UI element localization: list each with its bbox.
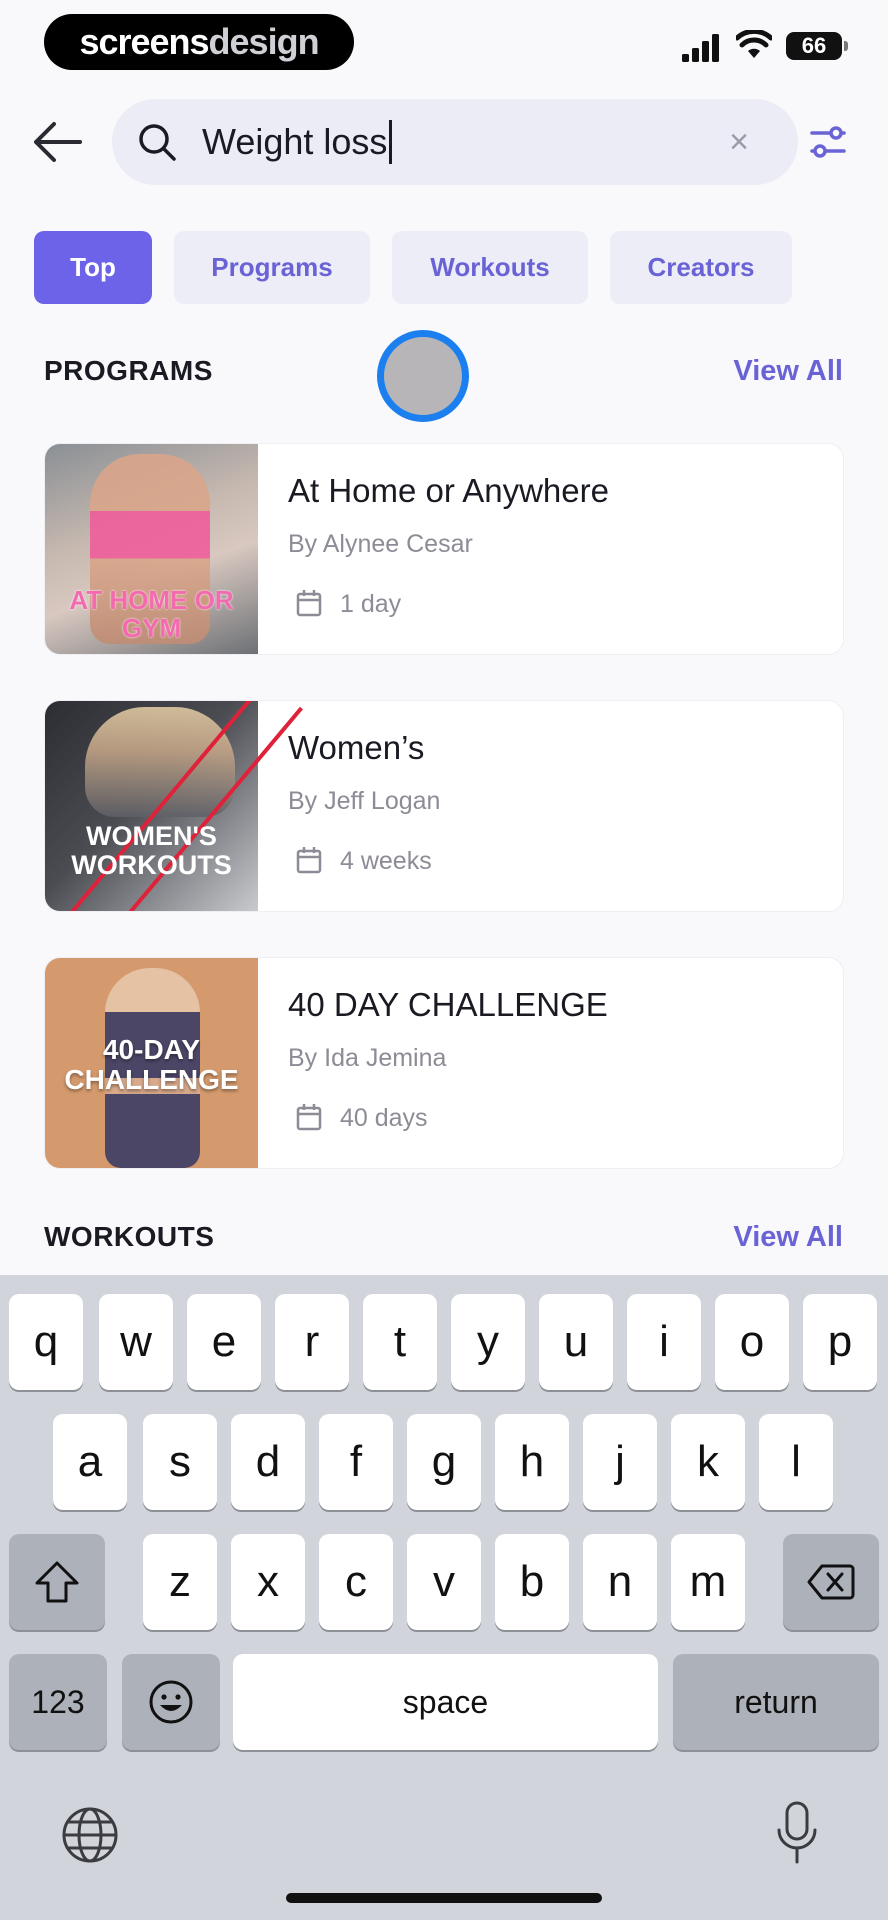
text-caret — [389, 120, 393, 164]
program-duration: 1 day — [340, 590, 402, 618]
search-icon — [139, 124, 176, 161]
program-duration: 40 days — [340, 1104, 428, 1132]
program-thumbnail: 40-DAY CHALLENGE — [45, 958, 258, 1168]
key-b[interactable]: b — [495, 1534, 569, 1630]
program-title: 40 DAY CHALLENGE — [288, 986, 608, 1023]
filter-tabs: Top Programs Workouts Creators — [34, 231, 792, 304]
key-q[interactable]: q — [9, 1294, 83, 1390]
microphone-icon[interactable] — [774, 1800, 820, 1866]
program-card[interactable]: AT HOME OR GYM At Home or Anywhere By Al… — [44, 443, 844, 655]
search-bar[interactable]: Weight loss × — [112, 99, 798, 185]
tab-creators[interactable]: Creators — [610, 231, 792, 304]
emoji-key[interactable] — [122, 1654, 220, 1750]
key-c[interactable]: c — [319, 1534, 393, 1630]
calendar-icon — [296, 847, 322, 874]
signal-icon — [682, 34, 719, 62]
key-n[interactable]: n — [583, 1534, 657, 1630]
key-w[interactable]: w — [99, 1294, 173, 1390]
home-indicator — [286, 1893, 602, 1903]
program-author: By Alynee Cesar — [288, 530, 473, 558]
program-title: At Home or Anywhere — [288, 472, 609, 509]
calendar-icon — [296, 1104, 322, 1131]
shift-key[interactable] — [9, 1534, 105, 1630]
programs-section-title: PROGRAMS — [44, 355, 213, 386]
workouts-section-title: WORKOUTS — [44, 1221, 215, 1252]
key-y[interactable]: y — [451, 1294, 525, 1390]
thumbnail-text: 40-DAY CHALLENGE — [64, 1034, 239, 1095]
key-x[interactable]: x — [231, 1534, 305, 1630]
status-bar: screens design 66 — [0, 0, 888, 84]
numbers-key[interactable]: 123 — [9, 1654, 107, 1750]
logo-part-screens: screens — [79, 21, 209, 62]
tab-workouts[interactable]: Workouts — [392, 231, 588, 304]
shift-icon — [35, 1561, 79, 1603]
wifi-icon — [736, 30, 772, 58]
key-f[interactable]: f — [319, 1414, 393, 1510]
key-i[interactable]: i — [627, 1294, 701, 1390]
space-key[interactable]: space — [233, 1654, 658, 1750]
key-a[interactable]: a — [53, 1414, 127, 1510]
program-title: Women’s — [288, 729, 425, 766]
program-duration: 4 weeks — [340, 847, 432, 875]
program-card[interactable]: WOMEN'S WORKOUTS Women’s By Jeff Logan 4… — [44, 700, 844, 912]
key-o[interactable]: o — [715, 1294, 789, 1390]
key-s[interactable]: s — [143, 1414, 217, 1510]
key-k[interactable]: k — [671, 1414, 745, 1510]
logo-part-design: design — [208, 21, 320, 62]
program-thumbnail: AT HOME OR GYM — [45, 444, 258, 654]
battery-icon: 66 — [786, 32, 848, 60]
back-arrow-icon[interactable] — [28, 116, 86, 168]
workouts-view-all-link[interactable]: View All — [733, 1221, 843, 1254]
key-v[interactable]: v — [407, 1534, 481, 1630]
key-u[interactable]: u — [539, 1294, 613, 1390]
emoji-icon — [149, 1680, 193, 1724]
key-e[interactable]: e — [187, 1294, 261, 1390]
key-t[interactable]: t — [363, 1294, 437, 1390]
key-r[interactable]: r — [275, 1294, 349, 1390]
backspace-icon — [807, 1564, 855, 1600]
key-l[interactable]: l — [759, 1414, 833, 1510]
clear-icon[interactable]: × — [720, 123, 758, 161]
screensdesign-logo: screens design — [44, 14, 354, 70]
thumbnail-text: WOMEN'S WORKOUTS — [71, 821, 232, 880]
key-d[interactable]: d — [231, 1414, 305, 1510]
touch-indicator — [377, 330, 469, 422]
key-j[interactable]: j — [583, 1414, 657, 1510]
key-z[interactable]: z — [143, 1534, 217, 1630]
programs-view-all-link[interactable]: View All — [733, 355, 843, 388]
search-input[interactable]: Weight loss — [202, 119, 393, 165]
filter-icon[interactable] — [806, 120, 850, 164]
return-key[interactable]: return — [673, 1654, 879, 1750]
tab-top[interactable]: Top — [34, 231, 152, 304]
program-author: By Jeff Logan — [288, 787, 441, 815]
backspace-key[interactable] — [783, 1534, 879, 1630]
program-author: By Ida Jemina — [288, 1044, 447, 1072]
search-query-text: Weight loss — [202, 121, 388, 162]
thumbnail-figure — [85, 707, 235, 817]
key-p[interactable]: p — [803, 1294, 877, 1390]
key-m[interactable]: m — [671, 1534, 745, 1630]
program-thumbnail: WOMEN'S WORKOUTS — [45, 701, 303, 911]
globe-icon[interactable] — [60, 1805, 120, 1865]
thumbnail-text: AT HOME OR GYM — [69, 585, 234, 643]
tab-programs[interactable]: Programs — [174, 231, 370, 304]
program-card[interactable]: 40-DAY CHALLENGE 40 DAY CHALLENGE By Ida… — [44, 957, 844, 1169]
calendar-icon — [296, 590, 322, 617]
key-h[interactable]: h — [495, 1414, 569, 1510]
key-g[interactable]: g — [407, 1414, 481, 1510]
